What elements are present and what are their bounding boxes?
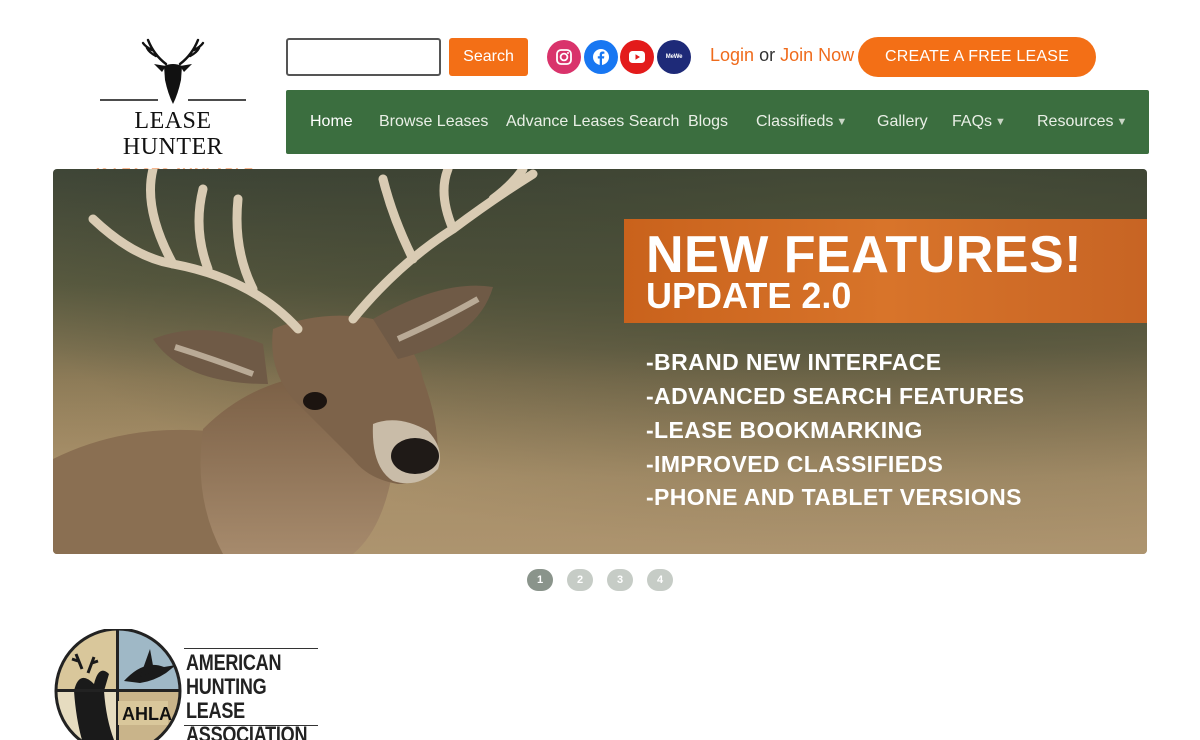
chevron-down-icon: ▼ bbox=[995, 116, 1006, 128]
carousel-dot-3[interactable]: 3 bbox=[607, 569, 633, 591]
nav-item-home[interactable]: Home bbox=[310, 90, 353, 154]
nav-label: Blogs bbox=[688, 113, 729, 130]
nav-item-advance-leases-search[interactable]: Advance Leases Search bbox=[506, 90, 679, 154]
join-now-link[interactable]: Join Now bbox=[780, 45, 854, 65]
ahla-line: AMERICAN bbox=[186, 650, 282, 675]
hero-feature: -BRAND NEW INTERFACE bbox=[646, 349, 942, 375]
hero-feature: -IMPROVED CLASSIFIEDS bbox=[646, 451, 944, 477]
logo-title: LEASE HUNTER bbox=[122, 108, 224, 160]
hero-feature: -ADVANCED SEARCH FEATURES bbox=[646, 383, 1025, 409]
hero-feature: -PHONE AND TABLET VERSIONS bbox=[646, 484, 1022, 510]
nav-label: FAQs bbox=[952, 113, 993, 130]
nav-label: Gallery bbox=[877, 113, 928, 130]
youtube-icon[interactable] bbox=[620, 40, 654, 74]
search-button[interactable]: Search bbox=[449, 38, 528, 76]
chevron-down-icon: ▼ bbox=[836, 116, 848, 128]
nav-item-blogs[interactable]: Blogs bbox=[688, 90, 728, 154]
ahla-name: AMERICAN HUNTING LEASE ASSOCIATION bbox=[186, 651, 307, 740]
nav-label: Home bbox=[310, 113, 353, 130]
mewe-icon[interactable]: MeWe bbox=[657, 40, 691, 74]
nav-item-classifieds[interactable]: Classifieds ▼ bbox=[756, 90, 847, 154]
deer-logo-icon bbox=[100, 38, 246, 104]
nav-item-faqs[interactable]: FAQs ▼ bbox=[952, 90, 1006, 154]
ahla-logo[interactable]: AHLA AMERICAN HUNTING LEASE ASSOCIATION bbox=[54, 629, 324, 740]
divider bbox=[184, 725, 318, 726]
carousel-dot-2[interactable]: 2 bbox=[567, 569, 593, 591]
facebook-icon[interactable] bbox=[584, 40, 618, 74]
divider bbox=[184, 648, 318, 649]
nav-item-gallery[interactable]: Gallery bbox=[877, 90, 928, 154]
mewe-label: MeWe bbox=[665, 54, 683, 60]
nav-label: Advance Leases Search bbox=[506, 113, 680, 130]
nav-item-resources[interactable]: Resources ▼ bbox=[1037, 90, 1127, 154]
hero-banner: NEW FEATURES! UPDATE 2.0 bbox=[624, 219, 1147, 323]
site-logo[interactable]: LEASE HUNTER 43 LEASES AVAILABLE bbox=[86, 36, 260, 181]
hero-subheadline: UPDATE 2.0 bbox=[646, 275, 852, 316]
ahla-emblem-icon: AHLA bbox=[54, 629, 182, 740]
nav-label: Classifieds bbox=[756, 113, 834, 130]
nav-item-browse-leases[interactable]: Browse Leases bbox=[379, 90, 488, 154]
nav-label: Browse Leases bbox=[379, 113, 489, 130]
search-input[interactable] bbox=[286, 38, 441, 76]
login-link[interactable]: Login bbox=[710, 45, 754, 65]
main-nav: Home Browse Leases Advance Leases Search… bbox=[286, 90, 1149, 154]
carousel-dot-1[interactable]: 1 bbox=[527, 569, 553, 591]
hero-feature: -LEASE BOOKMARKING bbox=[646, 417, 923, 443]
ahla-badge: AHLA bbox=[122, 704, 172, 724]
instagram-icon[interactable] bbox=[547, 40, 581, 74]
create-lease-listing-button[interactable]: CREATE A FREE LEASE LISTING bbox=[858, 37, 1096, 105]
auth-links: Login or Join Now bbox=[710, 45, 854, 66]
or-text: or bbox=[759, 45, 776, 65]
chevron-down-icon: ▼ bbox=[1116, 116, 1128, 128]
carousel-dot-4[interactable]: 4 bbox=[647, 569, 673, 591]
nav-label: Resources bbox=[1037, 113, 1114, 130]
hero-slide[interactable]: NEW FEATURES! UPDATE 2.0 -BRAND NEW INTE… bbox=[53, 169, 1147, 554]
ahla-line: HUNTING LEASE bbox=[186, 674, 267, 723]
